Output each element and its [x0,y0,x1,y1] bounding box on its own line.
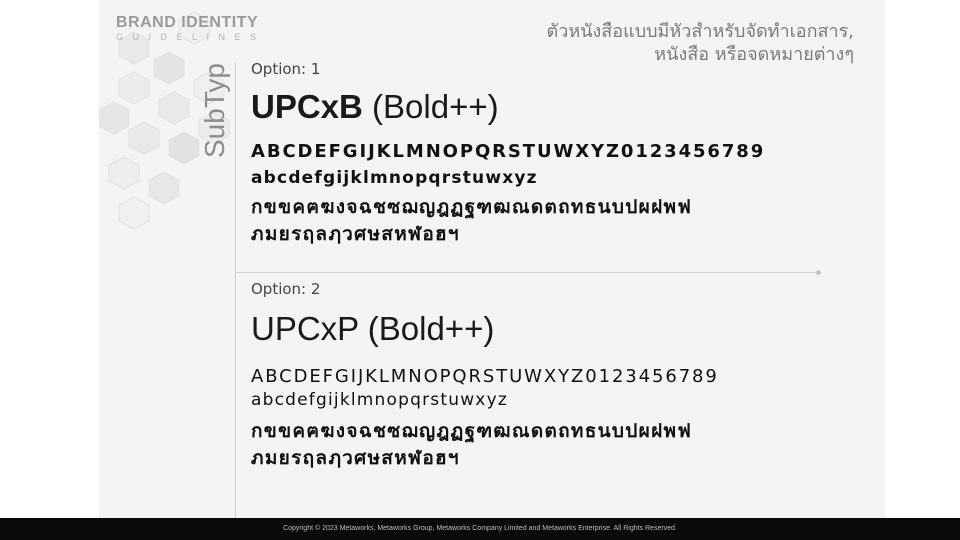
option-2-uppercase-sample: ABCDEFGIJKLMNOPQRSTUWXYZ0123456789 [251,366,719,387]
option-1-thai-sample-line-2: ภมยรฤลฦวศษสหฬอฮฯ [251,223,460,245]
option-1-label: Option: 1 [251,60,321,78]
option-2-label: Option: 2 [251,280,321,298]
brand-subtitle: GUIDELINES [116,32,266,42]
thai-description-line-1: ตัวหนังสือแบบมีหัวสำหรับจัดทำเอกสาร, [546,21,854,42]
option-2-font-name: UPCxP [251,310,359,347]
option-2-font-title: UPCxP (Bold++) [251,310,494,348]
brand-logo: BRAND IDENTITY GUIDELINES [116,14,266,42]
section-label-vertical: SubTyp [199,63,230,158]
horizontal-divider [235,272,818,273]
vertical-divider [235,62,236,518]
option-1-weight-note: (Bold++) [372,88,499,125]
divider-end-dot [816,270,821,275]
option-1-thai-sample-line-1: กขขคฅฆงจฉชซฌญฎฏฐฑฒณดตถทธนบปผฝพฟ [251,196,693,218]
option-2-lowercase-sample: abcdefgijklmnopqrstuwxyz [251,390,508,410]
thai-description-line-2: หนังสือ หรือจดหมายต่างๆ [654,44,854,65]
option-1-uppercase-sample: ABCDEFGIJKLMNOPQRSTUWXYZ0123456789 [251,141,766,162]
copyright-text: Copyright © 2023 Metaworks, Metaworks Gr… [283,525,677,532]
copyright-footer: Copyright © 2023 Metaworks, Metaworks Gr… [0,518,960,540]
option-1-font-title: UPCxB (Bold++) [251,88,499,126]
option-2-weight-note: (Bold++) [367,310,495,347]
option-1-font-name: UPCxB [251,88,363,125]
thai-description: ตัวหนังสือแบบมีหัวสำหรับจัดทำเอกสาร, หนั… [524,20,854,66]
option-1-lowercase-sample: abcdefgijklmnopqrstuwxyz [251,168,538,188]
brand-title: BRAND IDENTITY [116,14,259,31]
option-2-thai-sample-line-2: ภมยรฤลฦวศษสหฬอฮฯ [251,447,460,469]
option-2-thai-sample-line-1: กขขคฅฆงจฉชซฌญฎฏฐฑฒณดตถทธนบปผฝพฟ [251,420,693,442]
